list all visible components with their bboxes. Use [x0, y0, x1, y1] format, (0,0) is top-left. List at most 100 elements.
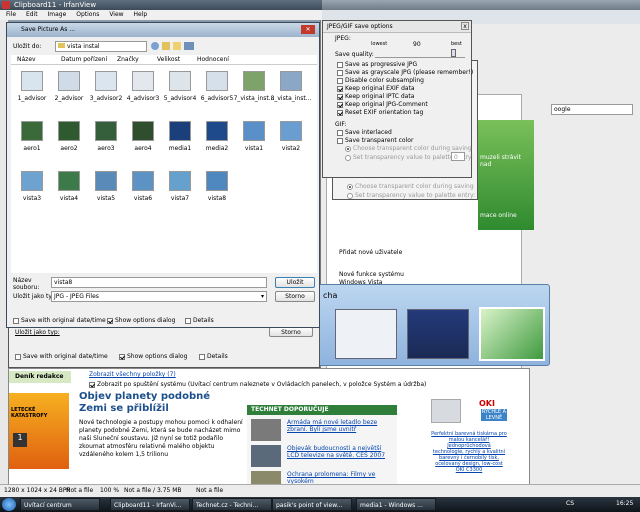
- menu-help[interactable]: Help: [133, 11, 147, 18]
- file-thumbnail[interactable]: [169, 71, 191, 91]
- window-title: Clipboard11 - IrfanView: [14, 1, 97, 9]
- oki-ad[interactable]: OKI RYCHLE A LEVNĚ Perfektní barevná tis…: [429, 397, 509, 489]
- taskbar-item[interactable]: Technet.cz - Techni...: [192, 498, 272, 511]
- col-date[interactable]: Datum pořízení: [61, 55, 107, 65]
- checkbox[interactable]: [337, 69, 343, 76]
- window-switcher-panel: cha: [318, 284, 550, 366]
- file-thumbnail[interactable]: [95, 71, 117, 91]
- file-thumbnail[interactable]: [206, 171, 228, 191]
- file-thumbnail[interactable]: [169, 171, 191, 191]
- checkbox[interactable]: [337, 77, 343, 84]
- file-name-label[interactable]: vista8: [195, 195, 239, 202]
- back-icon[interactable]: [151, 42, 159, 50]
- new-folder-icon[interactable]: [173, 42, 181, 50]
- radio-choose-color[interactable]: Choose transparent color during saving: [345, 145, 472, 152]
- file-thumbnail[interactable]: [280, 71, 302, 91]
- quality-value: 90: [413, 41, 421, 48]
- file-thumbnail[interactable]: [206, 121, 228, 141]
- taskbar-item[interactable]: media1 - Windows ...: [356, 498, 436, 511]
- col-name[interactable]: Název: [17, 55, 36, 65]
- gif-transparent-option[interactable]: Save transparent color: [337, 137, 413, 144]
- file-thumbnail[interactable]: [21, 171, 43, 191]
- browser-search-input[interactable]: oogle: [551, 104, 633, 115]
- language-indicator[interactable]: CS: [566, 500, 574, 507]
- col-rating[interactable]: Hodnocení: [197, 55, 229, 65]
- file-thumbnail[interactable]: [243, 71, 265, 91]
- up-folder-icon[interactable]: [162, 42, 170, 50]
- view-menu-icon[interactable]: [184, 42, 194, 50]
- details-option[interactable]: Details: [185, 317, 214, 324]
- checkbox[interactable]: [337, 85, 343, 92]
- file-thumbnail[interactable]: [58, 171, 80, 191]
- vista-banner[interactable]: muzeli strávit nad mace online: [478, 120, 534, 230]
- menu-edit[interactable]: Edit: [26, 11, 38, 18]
- save-in-label: Uložit do:: [13, 43, 42, 50]
- jpeg-option[interactable]: Keep original EXIF data: [337, 85, 415, 92]
- file-thumbnail[interactable]: [95, 121, 117, 141]
- ghost-show-options-option[interactable]: Show options dialog: [119, 353, 187, 360]
- menu-image[interactable]: Image: [48, 11, 67, 18]
- file-thumbnail[interactable]: [206, 71, 228, 91]
- options-close-icon[interactable]: x: [461, 22, 469, 30]
- switcher-thumb-3[interactable]: [479, 307, 545, 361]
- jpeg-option[interactable]: Reset EXIF orientation tag: [337, 109, 423, 116]
- file-thumbnail[interactable]: [21, 121, 43, 141]
- jpeg-options-titlebar: JPEG/GIF save options x: [323, 21, 471, 33]
- jpeg-option[interactable]: Save as progressive JPG: [337, 61, 417, 68]
- switcher-thumb-1[interactable]: [335, 309, 397, 359]
- start-button[interactable]: [2, 498, 16, 511]
- quality-slider-thumb[interactable]: [451, 49, 456, 57]
- file-thumbnail[interactable]: [243, 121, 265, 141]
- cancel-button[interactable]: Storno: [275, 291, 315, 302]
- file-thumbnail[interactable]: [132, 71, 154, 91]
- menu-view[interactable]: View: [109, 11, 123, 18]
- filetype-select[interactable]: JPG - JPEG Files ▾: [51, 291, 267, 302]
- menu-file[interactable]: File: [6, 11, 16, 18]
- ghost-cancel-button[interactable]: Storno: [269, 327, 313, 337]
- file-name-label[interactable]: vista2: [269, 145, 313, 152]
- file-thumbnail[interactable]: [169, 121, 191, 141]
- filename-label: Název souboru:: [13, 277, 40, 291]
- taskbar-item[interactable]: pasik's point of view...: [272, 498, 352, 511]
- ghost-original-date-option[interactable]: Save with original date/time: [15, 353, 108, 360]
- file-thumbnail[interactable]: [58, 121, 80, 141]
- file-thumbnail[interactable]: [280, 121, 302, 141]
- jpeg-option[interactable]: Keep original JPG-Comment: [337, 101, 428, 108]
- clock[interactable]: 16:25: [616, 500, 633, 507]
- folder-icon: [58, 43, 65, 48]
- taskbar-item[interactable]: Uvítací centrum: [20, 498, 100, 511]
- palette-entry-input[interactable]: 0: [451, 152, 465, 161]
- file-name-label[interactable]: 8_vista_inst...: [269, 95, 313, 102]
- jpeg-option[interactable]: Keep original IPTC data: [337, 93, 414, 100]
- save-in-folder-select[interactable]: vista instal: [55, 41, 147, 52]
- checkbox[interactable]: [337, 101, 343, 108]
- close-icon[interactable]: ✕: [301, 25, 315, 34]
- file-thumbnail[interactable]: [58, 71, 80, 91]
- file-thumbnail[interactable]: [21, 71, 43, 91]
- ghost-details-option[interactable]: Details: [199, 353, 228, 360]
- menu-options[interactable]: Options: [76, 11, 99, 18]
- jpeg-option[interactable]: Save as grayscale JPG (please remember!): [337, 69, 473, 76]
- file-thumbnail[interactable]: [132, 171, 154, 191]
- file-thumbnail[interactable]: [132, 121, 154, 141]
- checkbox[interactable]: [337, 109, 343, 116]
- checkbox[interactable]: [337, 61, 343, 68]
- jpeg-option-list: Save as progressive JPG Save as grayscale…: [337, 61, 473, 121]
- irfanview-titlebar: Clipboard11 - IrfanView: [0, 0, 322, 10]
- jpeg-option[interactable]: Disable color subsampling: [337, 77, 424, 84]
- checkbox[interactable]: [337, 93, 343, 100]
- welcome-item-users[interactable]: Přidat nové uživatele: [339, 249, 402, 256]
- filename-input[interactable]: vista8: [51, 277, 267, 288]
- browser-titlebar: [321, 0, 640, 10]
- switcher-thumb-2[interactable]: [407, 309, 469, 359]
- col-size[interactable]: Velikost: [157, 55, 180, 65]
- save-button[interactable]: Uložit: [275, 277, 315, 288]
- col-tags[interactable]: Značky: [117, 55, 139, 65]
- taskbar-item[interactable]: Clipboard11 - IrfanVi...: [110, 498, 190, 511]
- save-dialog-title: Save Picture As ...: [21, 26, 76, 33]
- file-thumbnail[interactable]: [95, 171, 117, 191]
- quality-slider[interactable]: [375, 49, 465, 58]
- gif-interlaced-option[interactable]: Save interlaced: [337, 129, 392, 136]
- show-options-option[interactable]: Show options dialog: [107, 317, 175, 324]
- original-date-option[interactable]: Save with original date/time: [13, 317, 106, 324]
